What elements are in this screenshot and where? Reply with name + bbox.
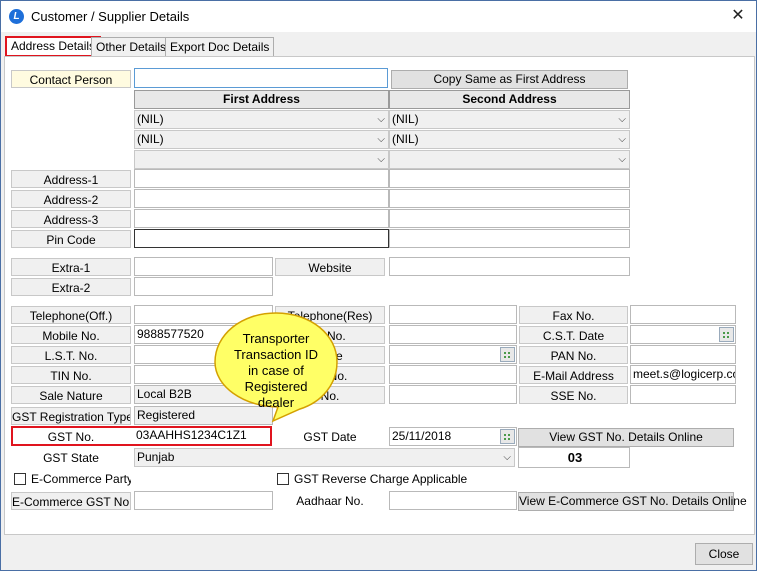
chevron-down-icon: ⌵ [618,114,626,125]
first-city-select[interactable]: ⌵ [134,150,389,169]
sale-nature-label: Sale Nature [11,386,131,404]
callout-line: in case of [248,363,304,378]
copy-same-button[interactable]: Copy Same as First Address [391,70,628,89]
first-address2-input[interactable] [134,189,389,208]
sse-label: SSE No. [519,386,628,404]
second-address2-input[interactable] [389,189,630,208]
extra1-label: Extra-1 [11,258,131,276]
telephone-res-input[interactable] [389,305,517,324]
ecommerce-party-label: E-Commerce Party [31,472,131,486]
second-state-value: (NIL) [392,132,419,146]
tin-label: TIN No. [11,366,131,384]
calendar-icon[interactable] [500,429,515,444]
gst-state-label: GST State [43,451,99,465]
view-gst-details-button[interactable]: View GST No. Details Online [518,428,734,447]
callout-line: Registered [244,379,308,394]
close-button[interactable]: Close [695,543,753,565]
aadhaar-input[interactable] [389,491,517,510]
tab-export-doc-details[interactable]: Export Doc Details [165,37,275,56]
first-address3-input[interactable] [134,209,389,228]
fax-label: Fax No. [519,306,628,324]
second-country-value: (NIL) [392,112,419,126]
window-title: Customer / Supplier Details [31,9,190,24]
gst-date-value: 25/11/2018 [392,429,452,443]
ecommerce-party-checkbox[interactable] [14,473,26,485]
reverse-charge-label: GST Reverse Charge Applicable [294,472,468,486]
gst-state-select[interactable]: Punjab ⌵ [134,448,515,467]
email-input[interactable]: meet.s@logicerp.com [630,365,736,384]
chevron-down-icon: ⌵ [377,154,385,165]
aadhaar-label: Aadhaar No. [296,494,364,508]
gst-state-code: 03 [518,447,630,468]
extra1-input[interactable] [134,257,273,276]
lst-date-input[interactable] [389,345,517,364]
chevron-down-icon: ⌵ [377,134,385,145]
second-address-header: Second Address [389,90,630,109]
pin-code-label: Pin Code [11,230,131,248]
app-logo-icon: L [9,9,24,24]
email-label: E-Mail Address [519,366,628,384]
reverse-charge-checkbox[interactable] [277,473,289,485]
address2-label: Address-2 [11,190,131,208]
second-address3-input[interactable] [389,209,630,228]
close-icon[interactable]: ✕ [728,6,748,26]
first-address-header: First Address [134,90,389,109]
pan-input[interactable] [630,345,736,364]
website-label: Website [275,258,385,276]
gst-date-label: GST Date [303,430,357,444]
contact-person-label: Contact Person [11,70,131,88]
cst-no-input[interactable] [389,325,517,344]
website-input[interactable] [389,257,630,276]
sse-input[interactable] [630,385,736,404]
first-pin-code-input[interactable] [134,229,389,248]
extra2-label: Extra-2 [11,278,131,296]
second-address1-input[interactable] [389,169,630,188]
first-address1-input[interactable] [134,169,389,188]
calendar-icon[interactable] [719,327,734,342]
second-pin-code-input[interactable] [389,229,630,248]
gst-no-highlight [11,426,272,446]
address3-label: Address-3 [11,210,131,228]
cst-date-label: C.S.T. Date [519,326,628,344]
tab-address-details[interactable]: Address Details [5,36,102,57]
second-country-select[interactable]: (NIL) ⌵ [389,110,630,129]
callout-line: Transaction ID [233,347,319,362]
contact-person-input[interactable] [134,68,388,88]
misc-no-input[interactable] [389,385,517,404]
address1-label: Address-1 [11,170,131,188]
gst-state-value: Punjab [137,450,175,464]
view-ecommerce-gst-button[interactable]: View E-Commerce GST No. Details Online [518,492,747,511]
gst-reg-type-label: GST Registration Type [11,407,131,425]
cst-date-input[interactable] [630,325,736,344]
second-city-select[interactable]: ⌵ [389,150,630,169]
second-state-select[interactable]: (NIL) ⌵ [389,130,630,149]
fax-input[interactable] [630,305,736,324]
pan-label: PAN No. [519,346,628,364]
ecommerce-gst-input[interactable] [134,491,273,510]
first-state-select[interactable]: (NIL) ⌵ [134,130,389,149]
title-bar: L Customer / Supplier Details ✕ [1,1,756,32]
customer-supplier-dialog: L Customer / Supplier Details ✕ Address … [0,0,757,571]
chevron-down-icon: ⌵ [618,134,626,145]
gst-date-input[interactable]: 25/11/2018 [389,427,517,446]
first-state-value: (NIL) [137,132,164,146]
callout-text: Transporter Transaction ID in case of Re… [212,331,340,411]
chevron-down-icon: ⌵ [618,154,626,165]
chevron-down-icon: ⌵ [503,452,511,463]
lst-no-label: L.S.T. No. [11,346,131,364]
mobile-label: Mobile No. [11,326,131,344]
chevron-down-icon: ⌵ [377,114,385,125]
first-country-select[interactable]: (NIL) ⌵ [134,110,389,129]
tax-no-input[interactable] [389,365,517,384]
calendar-icon[interactable] [500,347,515,362]
tab-other-details[interactable]: Other Details [91,37,172,56]
callout-line: dealer [257,395,295,410]
first-country-value: (NIL) [137,112,164,126]
ecommerce-gst-label: E-Commerce GST No. [11,492,131,510]
telephone-off-label: Telephone(Off.) [11,306,131,324]
callout-line: Transporter [242,331,310,346]
extra2-input[interactable] [134,277,273,296]
